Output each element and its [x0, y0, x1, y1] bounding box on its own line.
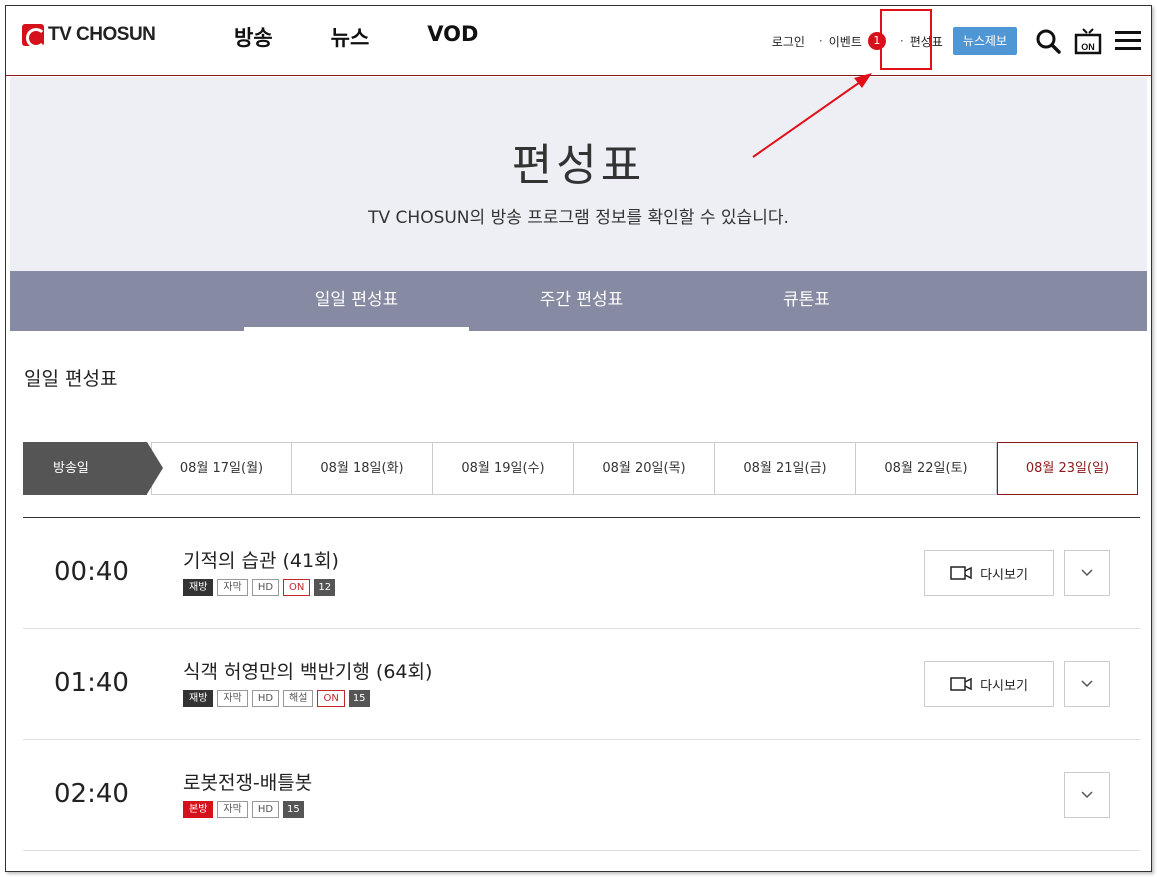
utility-menu: 로그인 · 이벤트 1 · 편성표 뉴스제보 ON — [772, 6, 1151, 76]
nav-item-broadcast[interactable]: 방송 — [234, 22, 273, 52]
page-description: TV CHOSUN의 방송 프로그램 정보를 확인할 수 있습니다. — [368, 208, 789, 228]
date-item[interactable]: 08월 17일(월) — [151, 442, 292, 495]
date-item[interactable]: 08월 20일(목) — [574, 442, 715, 495]
logo-text: TV CHOSUN — [48, 24, 156, 45]
event-link[interactable]: 이벤트 1 — [829, 32, 886, 50]
program-tags: 재방 자막 HD 해설 ON 15 — [183, 690, 370, 707]
replay-label: 다시보기 — [980, 567, 1028, 583]
date-item-selected[interactable]: 08월 23일(일) — [997, 442, 1138, 495]
event-label: 이벤트 — [828, 34, 862, 49]
program-time: 00:40 — [54, 557, 129, 587]
date-item[interactable]: 08월 21일(금) — [715, 442, 856, 495]
expand-button[interactable] — [1064, 661, 1110, 707]
tag-rerun: 재방 — [183, 690, 214, 707]
tag-rerun: 재방 — [183, 579, 214, 596]
program-row: 02:40 로봇전쟁-배틀봇 본방 자막 HD 15 — [23, 740, 1140, 851]
nav-item-vod[interactable]: VOD — [427, 22, 478, 52]
schedule-tabs: 일일 편성표 주간 편성표 큐톤표 — [10, 271, 1147, 331]
chevron-down-icon — [1081, 569, 1093, 577]
tag-hd: HD — [251, 801, 280, 818]
tag-hd: HD — [251, 690, 280, 707]
date-item[interactable]: 08월 19일(수) — [433, 442, 574, 495]
tab-cue-sheet[interactable]: 큐톤표 — [694, 271, 919, 331]
login-link[interactable]: 로그인 — [772, 33, 805, 50]
tag-subtitle: 자막 — [217, 801, 248, 818]
program-title[interactable]: 로봇전쟁-배틀봇 — [183, 768, 312, 795]
video-camera-icon — [950, 677, 972, 691]
annotation-highlight-box — [880, 9, 932, 70]
tag-subtitle: 자막 — [217, 690, 248, 707]
page-frame: TV CHOSUN 방송 뉴스 VOD 로그인 · 이벤트 1 · 편성표 뉴스… — [5, 5, 1152, 872]
chevron-down-icon — [1081, 791, 1093, 799]
search-button[interactable] — [1031, 24, 1065, 58]
site-header: TV CHOSUN 방송 뉴스 VOD 로그인 · 이벤트 1 · 편성표 뉴스… — [6, 6, 1151, 76]
hero-banner: 편성표 TV CHOSUN의 방송 프로그램 정보를 확인할 수 있습니다. — [10, 77, 1147, 272]
replay-button[interactable]: 다시보기 — [924, 550, 1054, 596]
video-camera-icon — [950, 566, 972, 580]
program-time: 01:40 — [54, 668, 129, 698]
program-row: 00:40 기적의 습관 (41회) 재방 자막 HD ON 12 다시보기 — [23, 518, 1140, 629]
hamburger-menu-icon — [1115, 31, 1141, 50]
search-icon — [1036, 29, 1061, 54]
program-tags: 본방 자막 HD 15 — [183, 801, 304, 818]
tag-first-run: 본방 — [183, 801, 214, 818]
tag-age-rating: 15 — [283, 801, 304, 818]
broadcast-date-label: 방송일 — [23, 442, 163, 495]
date-selector: 방송일 08월 17일(월) 08월 18일(화) 08월 19일(수) 08월… — [23, 442, 1138, 495]
program-tags: 재방 자막 HD ON 12 — [183, 579, 336, 596]
program-row: 01:40 식객 허영만의 백반기행 (64회) 재방 자막 HD 해설 ON … — [23, 629, 1140, 740]
program-time: 02:40 — [54, 779, 129, 809]
replay-label: 다시보기 — [980, 678, 1028, 694]
program-title[interactable]: 식객 허영만의 백반기행 (64회) — [183, 657, 432, 684]
program-title[interactable]: 기적의 습관 (41회) — [183, 546, 339, 573]
tag-age-rating: 15 — [348, 690, 370, 707]
tag-on: ON — [317, 690, 345, 707]
expand-button[interactable] — [1064, 772, 1110, 818]
logo[interactable]: TV CHOSUN — [22, 24, 156, 48]
date-list: 08월 17일(월) 08월 18일(화) 08월 19일(수) 08월 20일… — [151, 442, 1138, 495]
on-icon-text: ON — [1081, 42, 1095, 52]
page-title: 편성표 — [511, 140, 646, 191]
tag-hd: HD — [251, 579, 280, 596]
tv-on-icon: ON — [1074, 28, 1102, 55]
news-tip-button[interactable]: 뉴스제보 — [952, 27, 1017, 55]
date-item[interactable]: 08월 18일(화) — [292, 442, 433, 495]
tab-daily-schedule[interactable]: 일일 편성표 — [244, 271, 469, 331]
main-nav: 방송 뉴스 VOD — [234, 22, 536, 52]
tag-commentary: 해설 — [283, 690, 314, 707]
tag-age-rating: 12 — [314, 579, 336, 596]
on-air-button[interactable]: ON — [1071, 24, 1105, 58]
nav-item-news[interactable]: 뉴스 — [331, 22, 370, 52]
menu-button[interactable] — [1111, 24, 1145, 58]
section-title: 일일 편성표 — [24, 368, 118, 390]
chevron-down-icon — [1081, 680, 1093, 688]
tag-subtitle: 자막 — [217, 579, 248, 596]
tab-weekly-schedule[interactable]: 주간 편성표 — [469, 271, 694, 331]
tv-chosun-logo-icon — [22, 24, 46, 48]
date-item[interactable]: 08월 22일(토) — [856, 442, 997, 495]
replay-button[interactable]: 다시보기 — [924, 661, 1054, 707]
tag-on: ON — [283, 579, 311, 596]
separator-dot: · — [818, 34, 823, 48]
expand-button[interactable] — [1064, 550, 1110, 596]
